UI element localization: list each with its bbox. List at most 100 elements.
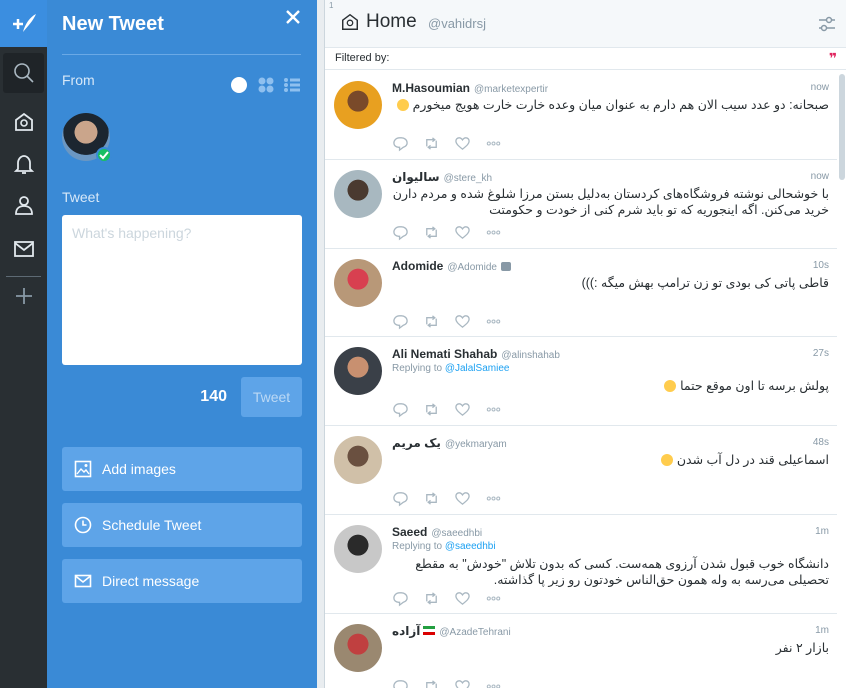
protected-lock-icon <box>500 262 511 271</box>
reply-button[interactable] <box>392 589 423 607</box>
reply-button[interactable] <box>392 677 423 688</box>
more-button[interactable] <box>485 312 516 330</box>
more-button[interactable] <box>485 400 516 418</box>
retweet-button[interactable] <box>423 489 454 507</box>
column-title[interactable]: Home <box>366 11 417 33</box>
retweet-button[interactable] <box>423 589 454 607</box>
tweet-avatar[interactable] <box>334 436 382 484</box>
tweet-author[interactable]: آزاده @AzadeTehrani <box>392 624 511 638</box>
tweet-author[interactable]: M.Hasoumian @marketexpertir <box>392 81 548 95</box>
tweet-item[interactable]: سالیوان @stere_kh now با خوشحالی نوشته فروش… <box>325 160 837 249</box>
reply-button[interactable] <box>392 400 423 418</box>
add-images-button[interactable]: Add images <box>62 447 302 491</box>
author-handle[interactable]: @alinshahab <box>501 350 560 361</box>
like-button[interactable] <box>454 589 485 607</box>
author-handle[interactable]: @saeedhbi <box>431 528 482 539</box>
author-name[interactable]: یک مریم <box>392 436 441 450</box>
retweet-button[interactable] <box>423 223 454 241</box>
like-button[interactable] <box>454 677 485 688</box>
author-handle[interactable]: @Adomide <box>447 262 497 273</box>
tweet-item[interactable]: آزاده @AzadeTehrani 1m بازار ۲ نفر <box>325 614 837 688</box>
tweet-item[interactable]: M.Hasoumian @marketexpertir now صبحانه: دو … <box>325 71 837 160</box>
tweet-time[interactable]: 1m <box>815 526 829 537</box>
tweet-avatar[interactable] <box>334 259 382 307</box>
nav-home[interactable] <box>0 103 47 141</box>
scrollbar-thumb[interactable] <box>839 74 845 180</box>
close-icon[interactable] <box>284 8 302 26</box>
more-icon <box>486 595 501 601</box>
author-handle[interactable]: @stere_kh <box>444 173 493 184</box>
like-button[interactable] <box>454 223 485 241</box>
tweet-time[interactable]: 27s <box>813 348 829 359</box>
author-handle[interactable]: @AzadeTehrani <box>439 627 510 638</box>
retweet-button[interactable] <box>423 134 454 152</box>
more-icon <box>486 495 501 501</box>
tweet-author[interactable]: Ali Nemati Shahab @alinshahab <box>392 347 560 361</box>
like-icon <box>455 679 470 688</box>
author-name[interactable]: آزاده <box>392 624 420 638</box>
tweet-item[interactable]: Adomide @Adomide 10s قاطی پاتی کی بودی تو ز… <box>325 249 837 337</box>
tweet-time[interactable]: now <box>811 171 829 182</box>
quote-icon[interactable]: ❞ <box>829 50 837 67</box>
tweet-time[interactable]: 10s <box>813 260 829 271</box>
more-button[interactable] <box>485 677 516 688</box>
reply-button[interactable] <box>392 312 423 330</box>
tweet-item[interactable]: یک مریم @yekmaryam 48s اسماعیلی قند در دل آ… <box>325 426 837 515</box>
more-button[interactable] <box>485 223 516 241</box>
retweet-button[interactable] <box>423 677 454 688</box>
tweet-time[interactable]: 48s <box>813 437 829 448</box>
retweet-button[interactable] <box>423 400 454 418</box>
direct-message-button[interactable]: Direct message <box>62 559 302 603</box>
tweet-author[interactable]: یک مریم @yekmaryam <box>392 436 507 450</box>
tweet-text-content: اسماعیلی قند در دل آب شدن <box>676 453 829 467</box>
reply-mention[interactable]: @saeedhbi <box>445 541 496 552</box>
author-name[interactable]: سالیوان <box>392 170 440 184</box>
compose-tweet-button[interactable] <box>0 0 47 47</box>
reply-button[interactable] <box>392 223 423 241</box>
like-icon <box>455 402 470 416</box>
tweet-time[interactable]: now <box>811 82 829 93</box>
more-button[interactable] <box>485 589 516 607</box>
author-name[interactable]: Saeed <box>392 525 427 539</box>
author-name[interactable]: M.Hasoumian <box>392 81 470 95</box>
tweet-time[interactable]: 1m <box>815 625 829 636</box>
single-account-view-icon[interactable] <box>230 76 248 94</box>
reply-mention[interactable]: @JalalSamiee <box>445 363 510 374</box>
reply-button[interactable] <box>392 489 423 507</box>
like-button[interactable] <box>454 134 485 152</box>
retweet-button[interactable] <box>423 312 454 330</box>
like-button[interactable] <box>454 312 485 330</box>
more-button[interactable] <box>485 489 516 507</box>
more-button[interactable] <box>485 134 516 152</box>
tweet-avatar[interactable] <box>334 347 382 395</box>
like-button[interactable] <box>454 400 485 418</box>
tweet-avatar[interactable] <box>334 81 382 129</box>
reply-button[interactable] <box>392 134 423 152</box>
tweet-author[interactable]: Adomide @Adomide <box>392 259 511 273</box>
tweet-input[interactable] <box>62 215 302 365</box>
like-button[interactable] <box>454 489 485 507</box>
tweet-avatar[interactable] <box>334 170 382 218</box>
tweet-avatar[interactable] <box>334 624 382 672</box>
send-tweet-button[interactable]: Tweet <box>241 377 302 417</box>
column-settings-icon[interactable] <box>817 14 837 34</box>
author-name[interactable]: Ali Nemati Shahab <box>392 347 497 361</box>
grid-view-icon[interactable] <box>257 76 275 94</box>
schedule-tweet-button[interactable]: Schedule Tweet <box>62 503 302 547</box>
nav-profile[interactable] <box>0 186 47 224</box>
tweet-item[interactable]: Ali Nemati Shahab @alinshahab 27s Replying … <box>325 337 837 426</box>
tweet-author[interactable]: Saeed @saeedhbi <box>392 525 482 539</box>
tweet-author[interactable]: سالیوان @stere_kh <box>392 170 492 184</box>
author-handle[interactable]: @marketexpertir <box>474 84 548 95</box>
list-view-icon[interactable] <box>283 76 301 94</box>
nav-messages[interactable] <box>0 230 47 268</box>
replying-to: Replying to @saeedhbi <box>392 541 496 552</box>
column-header: 1 Home @vahidrsj <box>325 0 846 48</box>
nav-notifications[interactable] <box>0 145 47 183</box>
author-name[interactable]: Adomide <box>392 259 443 273</box>
tweet-item[interactable]: Saeed @saeedhbi 1m Replying to @saeedhbi دان… <box>325 515 837 614</box>
author-handle[interactable]: @yekmaryam <box>445 439 507 450</box>
nav-add-column[interactable] <box>0 277 47 315</box>
tweet-avatar[interactable] <box>334 525 382 573</box>
search-button[interactable] <box>3 53 44 93</box>
